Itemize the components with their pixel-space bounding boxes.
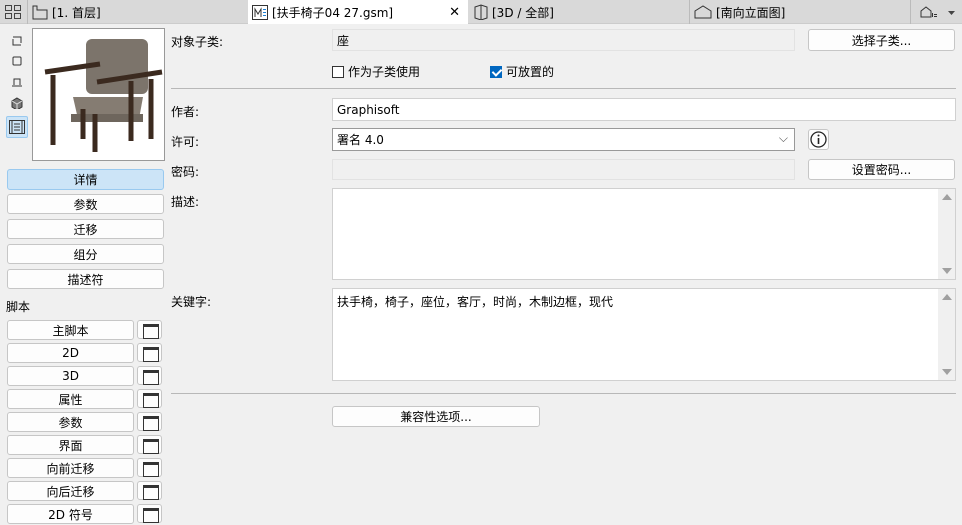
nav-descriptors[interactable]: 描述符 bbox=[7, 269, 164, 289]
preview-toggle-button[interactable] bbox=[6, 116, 28, 138]
keywords-textarea[interactable]: 扶手椅，椅子，座位，客厅，时尚，木制边框，现代 bbox=[332, 288, 956, 381]
open-window-icon[interactable] bbox=[137, 504, 162, 523]
elevation-icon bbox=[694, 5, 712, 19]
nav-components[interactable]: 组分 bbox=[7, 244, 164, 264]
description-label: 描述: bbox=[171, 195, 200, 209]
subtype-label: 对象子类: bbox=[171, 35, 224, 49]
tab-label: [3D / 全部] bbox=[492, 5, 554, 20]
close-icon[interactable]: ✕ bbox=[449, 5, 460, 20]
script-button[interactable]: 参数 bbox=[7, 412, 134, 432]
grid-view-icon[interactable] bbox=[5, 5, 21, 19]
subtype-field: 座 bbox=[332, 29, 795, 51]
rectangle-icon[interactable] bbox=[11, 55, 23, 67]
script-button[interactable]: 向后迁移 bbox=[7, 481, 134, 501]
scrollbar[interactable] bbox=[938, 189, 955, 279]
nav-details[interactable]: 详情 bbox=[7, 169, 164, 190]
script-button[interactable]: 界面 bbox=[7, 435, 134, 455]
chevron-down-icon: ⌵ bbox=[778, 131, 788, 145]
floor-plan-icon bbox=[32, 5, 48, 19]
description-textarea[interactable] bbox=[332, 188, 956, 280]
tab-label: [扶手椅子04 27.gsm] bbox=[272, 5, 394, 20]
author-input[interactable]: Graphisoft bbox=[332, 98, 956, 121]
nav-parameters[interactable]: 参数 bbox=[7, 194, 164, 214]
select-subtype-button[interactable]: 选择子类... bbox=[808, 29, 955, 51]
tab-elevation[interactable]: [南向立面图] bbox=[690, 0, 910, 24]
open-window-icon[interactable] bbox=[137, 435, 162, 454]
chair-preview-image bbox=[44, 39, 163, 152]
compatibility-options-button[interactable]: 兼容性选项... bbox=[332, 406, 540, 427]
script-button[interactable]: 2D bbox=[7, 343, 134, 363]
open-window-icon[interactable] bbox=[137, 320, 162, 339]
tab-3d[interactable]: [3D / 全部] bbox=[470, 0, 688, 24]
password-label: 密码: bbox=[171, 165, 200, 179]
film-icon bbox=[9, 120, 25, 134]
checkbox-unchecked[interactable] bbox=[332, 66, 344, 78]
open-window-icon[interactable] bbox=[137, 343, 162, 362]
nav-migration[interactable]: 迁移 bbox=[7, 219, 164, 239]
tab-floor-plan[interactable]: [1. 首层] bbox=[28, 0, 246, 24]
checkbox-label: 可放置的 bbox=[506, 65, 555, 79]
keywords-label: 关键字: bbox=[171, 295, 212, 309]
3d-cube-icon[interactable] bbox=[11, 97, 23, 109]
3d-view-icon bbox=[474, 4, 488, 20]
script-button[interactable]: 主脚本 bbox=[7, 320, 134, 340]
open-window-icon[interactable] bbox=[137, 412, 162, 431]
open-window-icon[interactable] bbox=[137, 458, 162, 477]
plan-symbol-icon[interactable] bbox=[11, 35, 23, 47]
tab-label: [1. 首层] bbox=[52, 5, 101, 20]
license-value: 署名 4.0 bbox=[337, 133, 384, 147]
views-icon bbox=[920, 6, 955, 18]
license-select[interactable]: 署名 4.0 ⌵ bbox=[332, 128, 795, 151]
checkbox-checked[interactable] bbox=[490, 66, 502, 78]
view-menu-button[interactable] bbox=[918, 5, 958, 19]
object-preview bbox=[32, 28, 165, 161]
password-field bbox=[332, 159, 795, 180]
set-password-button[interactable]: 设置密码... bbox=[808, 159, 955, 180]
gdl-object-icon bbox=[252, 4, 268, 20]
elevation-symbol-icon[interactable] bbox=[11, 76, 23, 88]
keywords-text: 扶手椅，椅子，座位，客厅，时尚，木制边框，现代 bbox=[337, 295, 614, 309]
script-button[interactable]: 向前迁移 bbox=[7, 458, 134, 478]
script-button[interactable]: 2D 符号 bbox=[7, 504, 134, 524]
info-button[interactable] bbox=[808, 129, 829, 150]
open-window-icon[interactable] bbox=[137, 481, 162, 500]
checkbox-label: 作为子类使用 bbox=[348, 65, 421, 79]
script-button[interactable]: 3D bbox=[7, 366, 134, 386]
license-label: 许可: bbox=[171, 135, 200, 149]
info-icon bbox=[810, 131, 827, 148]
divider bbox=[171, 393, 956, 394]
author-label: 作者: bbox=[171, 105, 200, 119]
tab-label: [南向立面图] bbox=[716, 5, 786, 20]
use-as-subtype-checkbox[interactable]: 作为子类使用 bbox=[332, 63, 420, 80]
divider bbox=[171, 88, 956, 89]
tab-bar: [1. 首层] [扶手椅子04 27.gsm] ✕ [3D / 全部] [南向立… bbox=[0, 0, 962, 24]
script-button[interactable]: 属性 bbox=[7, 389, 134, 409]
placeable-checkbox[interactable]: 可放置的 bbox=[490, 63, 554, 80]
scripts-heading: 脚本 bbox=[6, 300, 31, 314]
open-window-icon[interactable] bbox=[137, 366, 162, 385]
scrollbar[interactable] bbox=[938, 289, 955, 380]
tab-object[interactable]: [扶手椅子04 27.gsm] ✕ bbox=[248, 0, 468, 24]
open-window-icon[interactable] bbox=[137, 389, 162, 408]
